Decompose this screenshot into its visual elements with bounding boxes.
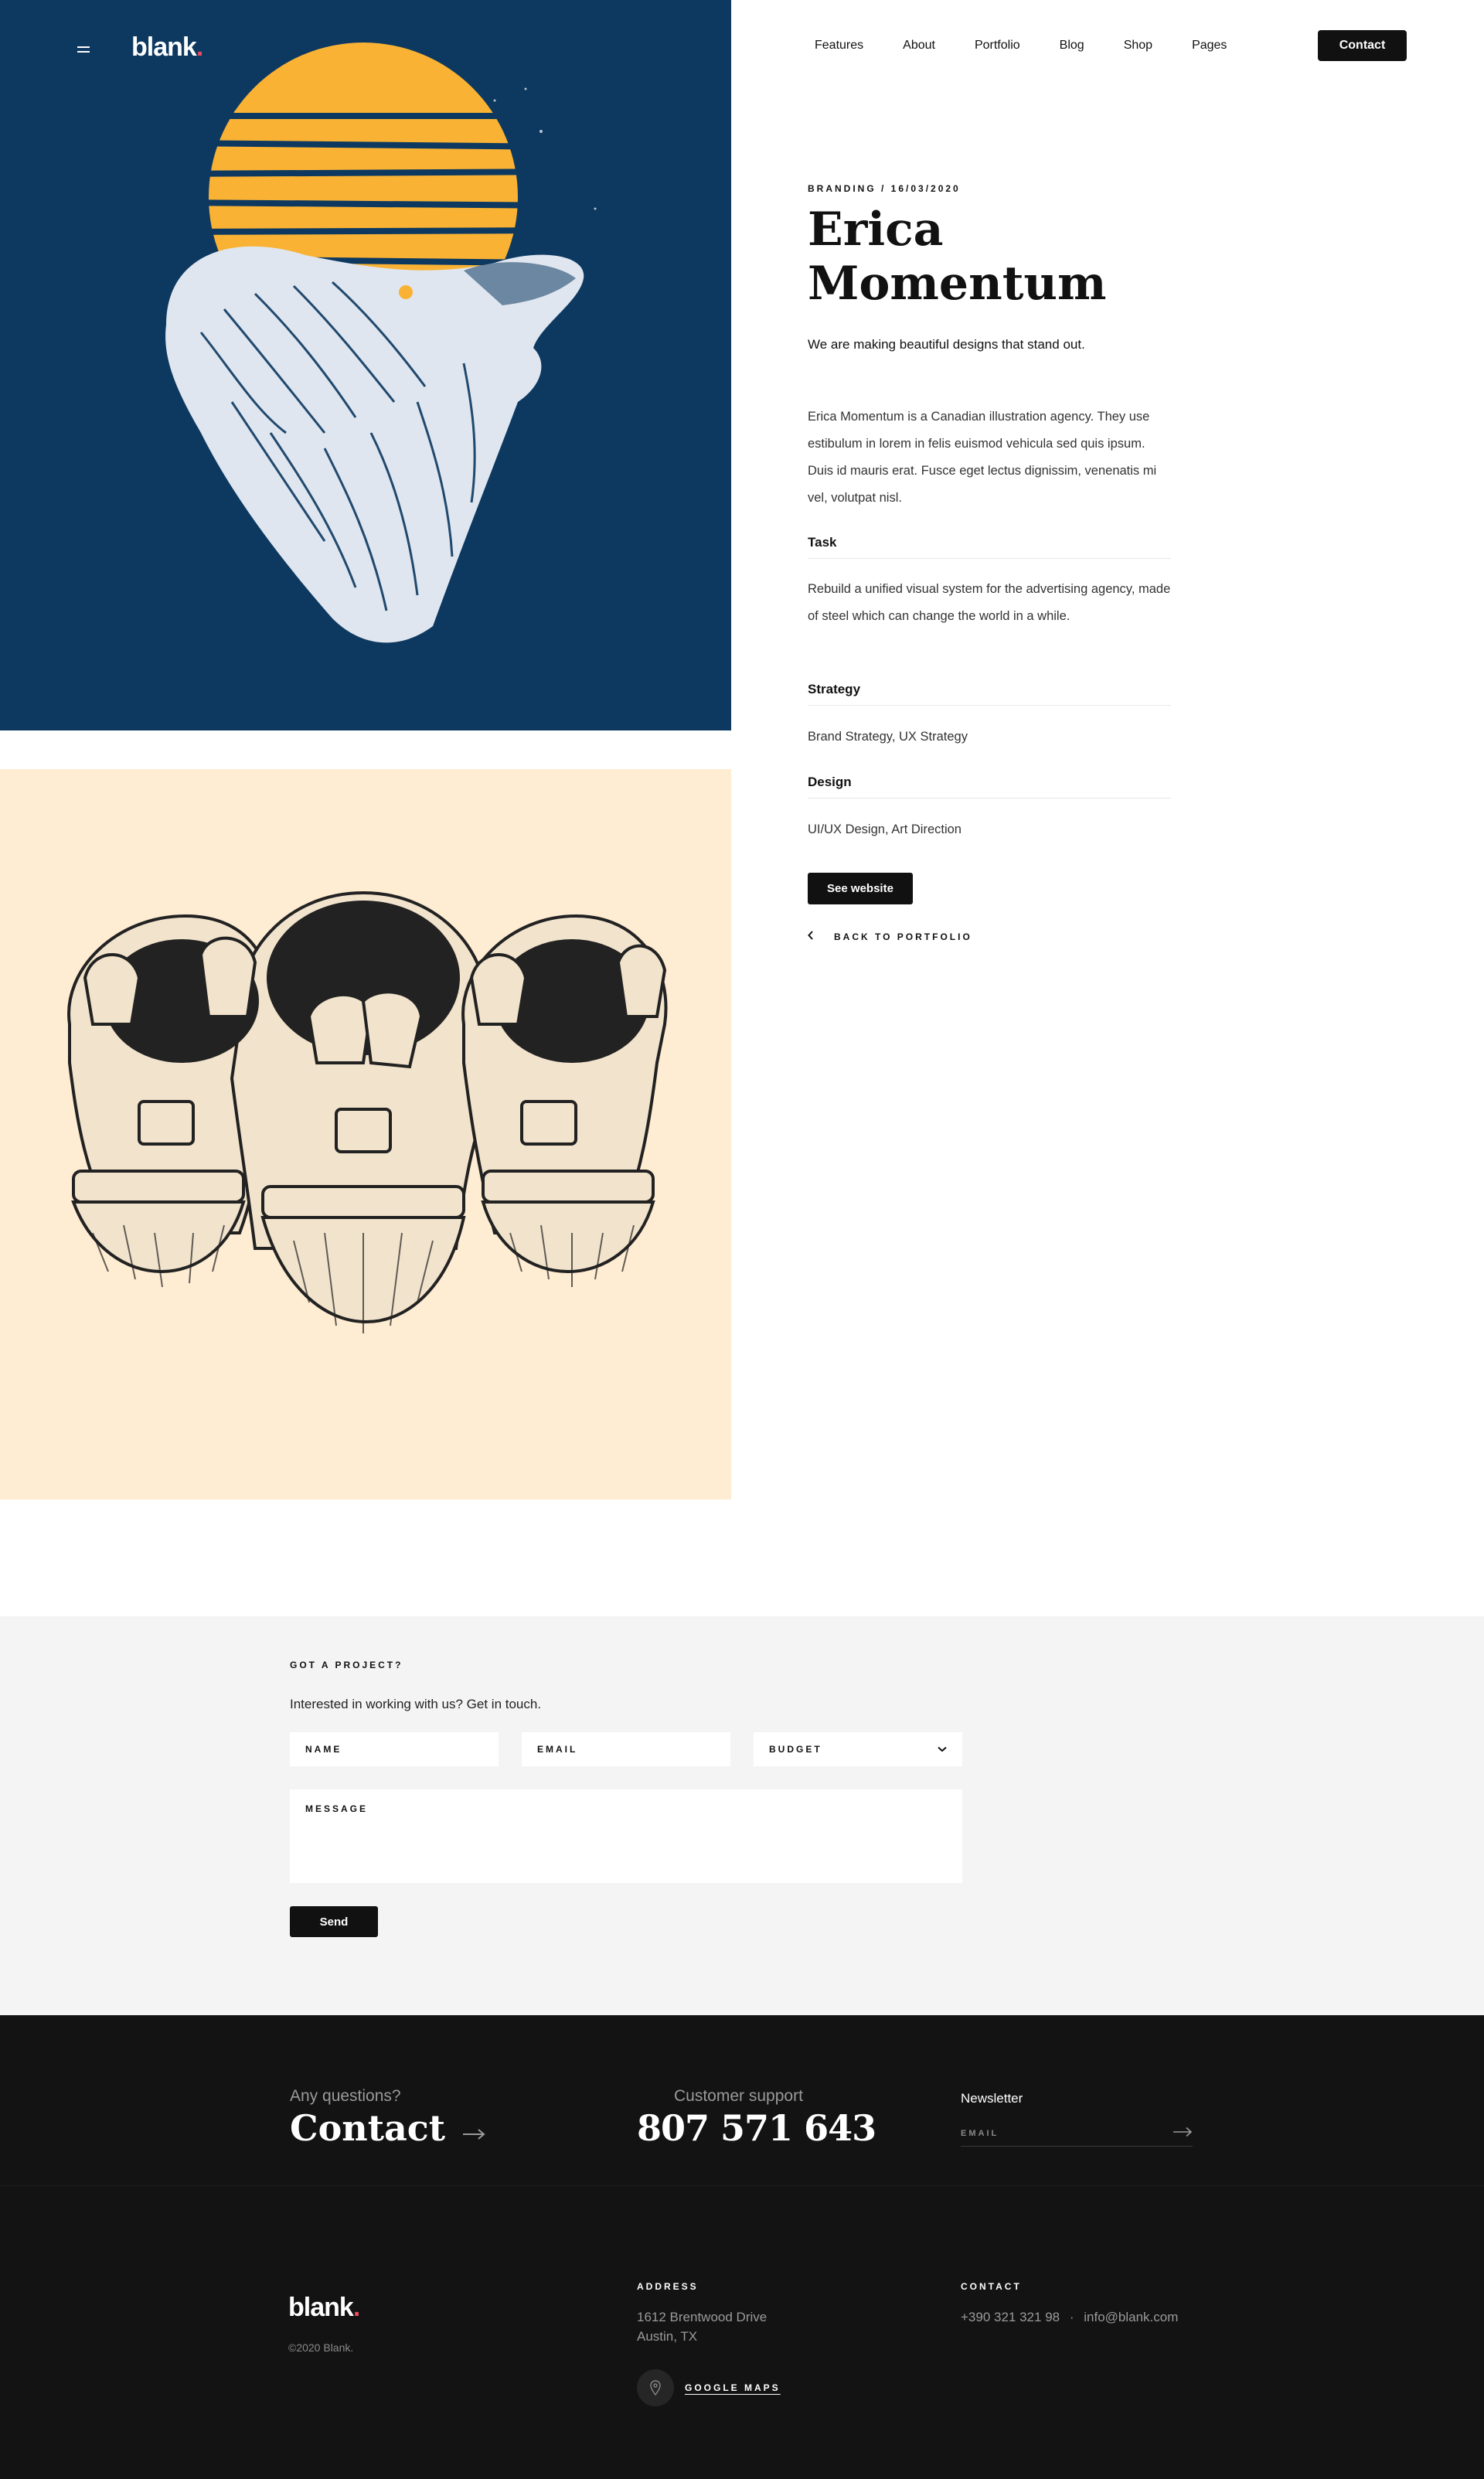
footer-contact-link[interactable]: Contact: [290, 2107, 485, 2149]
footer-logo[interactable]: blank.: [288, 2293, 361, 2323]
copyright: ©2020 Blank.: [288, 2341, 354, 2354]
project-subtitle: We are making beautiful designs that sta…: [808, 337, 1085, 352]
name-field[interactable]: NAME: [290, 1732, 499, 1766]
task-text: Rebuild a unified visual system for the …: [808, 582, 1171, 623]
astronauts-art: [67, 890, 668, 1333]
main-nav: Features About Portfolio Blog Shop Pages: [815, 39, 1266, 53]
arrow-right-icon: [462, 2107, 485, 2149]
footer-logo-text: blank: [288, 2293, 354, 2322]
send-button[interactable]: Send: [290, 1906, 378, 1937]
contact-separator: ·: [1069, 2310, 1074, 2324]
project-description: Erica Momentum is a Canadian illustratio…: [808, 410, 1157, 505]
menu-icon[interactable]: [77, 46, 90, 54]
back-to-portfolio-label: BACK TO PORTFOLIO: [834, 931, 972, 942]
customer-support-label: Customer support: [674, 2087, 803, 2105]
task-heading: Task: [808, 535, 1171, 559]
address-line-2: Austin, TX: [637, 2329, 698, 2344]
google-maps-link[interactable]: GOOGLE MAPS: [637, 2369, 781, 2406]
chevron-down-icon: [938, 1744, 947, 1755]
arrow-right-icon[interactable]: [1173, 2127, 1193, 2140]
nav-portfolio[interactable]: Portfolio: [975, 39, 1020, 53]
message-field[interactable]: MESSAGE: [290, 1789, 962, 1883]
contact-info: +390 321 321 98 · info@blank.com: [961, 2307, 1178, 2327]
contact-phone[interactable]: +390 321 321 98: [961, 2310, 1060, 2324]
nav-pages[interactable]: Pages: [1192, 39, 1227, 53]
nav-features[interactable]: Features: [815, 39, 863, 53]
support-phone[interactable]: 807 571 643: [637, 2107, 876, 2149]
footer-contact-text: Contact: [290, 2107, 446, 2149]
footer: [0, 2015, 1484, 2479]
logo-text: blank: [131, 32, 197, 62]
any-questions-label: Any questions?: [290, 2087, 401, 2105]
logo[interactable]: blank.: [131, 32, 203, 63]
contact-email[interactable]: info@blank.com: [1084, 2310, 1178, 2324]
footer-divider: [0, 2185, 1484, 2186]
footer-logo-dot: .: [352, 2293, 361, 2322]
back-to-portfolio-link[interactable]: BACK TO PORTFOLIO: [808, 931, 972, 942]
wolf-moon-illustration: [0, 0, 731, 730]
nav-blog[interactable]: Blog: [1060, 39, 1084, 53]
message-placeholder: MESSAGE: [305, 1803, 369, 1814]
budget-select[interactable]: BUDGET: [754, 1732, 962, 1766]
project-meta: BRANDING / 16/03/2020: [808, 183, 961, 194]
nav-shop[interactable]: Shop: [1124, 39, 1152, 53]
email-field[interactable]: EMAIL: [522, 1732, 730, 1766]
contact-label: CONTACT: [961, 2281, 1022, 2292]
project-title: Erica Momentum: [808, 203, 1107, 311]
strategy-heading: Strategy: [808, 682, 1171, 706]
newsletter-email-input[interactable]: EMAIL: [961, 2120, 1193, 2147]
form-intro: Interested in working with us? Get in to…: [290, 1697, 542, 1711]
name-placeholder: NAME: [305, 1744, 342, 1755]
newsletter-placeholder: EMAIL: [961, 2128, 999, 2138]
logo-dot: .: [196, 32, 204, 62]
contact-button[interactable]: Contact: [1318, 30, 1407, 61]
strategy-text: Brand Strategy, UX Strategy: [808, 730, 968, 744]
budget-placeholder: BUDGET: [769, 1744, 822, 1755]
map-pin-icon: [637, 2369, 674, 2406]
design-heading: Design: [808, 775, 1171, 799]
three-astronauts-illustration: [0, 769, 731, 1500]
address-label: ADDRESS: [637, 2281, 699, 2292]
design-text: UI/UX Design, Art Direction: [808, 822, 962, 836]
google-maps-label: GOOGLE MAPS: [685, 2382, 781, 2393]
see-website-button[interactable]: See website: [808, 873, 913, 904]
address-line-1: 1612 Brentwood Drive: [637, 2310, 768, 2324]
chevron-left-icon: [808, 931, 814, 942]
form-kicker: GOT A PROJECT?: [290, 1660, 403, 1670]
wolf-moon-art: [159, 43, 597, 643]
newsletter-label: Newsletter: [961, 2091, 1023, 2106]
email-placeholder: EMAIL: [537, 1744, 578, 1755]
nav-about[interactable]: About: [903, 39, 935, 53]
